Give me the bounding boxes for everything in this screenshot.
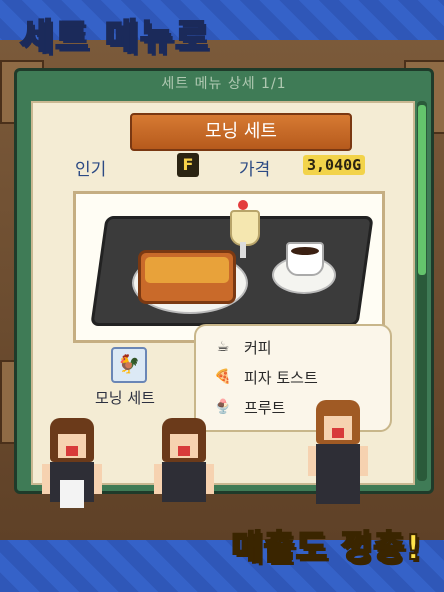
- item-name: 피자 토스트: [244, 368, 318, 387]
- scrollbar[interactable]: [417, 101, 427, 481]
- parfait-image: [226, 200, 260, 260]
- set-items-tooltip: ☕ 커피 🍕 피자 토스트 🍨 프루트: [194, 324, 392, 432]
- set-food-image: [73, 191, 385, 343]
- list-item: 🍨 프루트: [212, 396, 285, 418]
- coffee-cup-icon: ☕: [216, 339, 230, 355]
- rooster-icon[interactable]: 🐓: [111, 347, 147, 383]
- price-label: 가격: [239, 160, 271, 180]
- coffee-image: [272, 242, 336, 294]
- scrollbar-thumb[interactable]: [418, 105, 426, 275]
- parfait-icon: 🍨: [214, 399, 232, 415]
- set-caption: 모닝 세트: [95, 389, 155, 407]
- panel-header: 세트 메뉴 상세 1/1: [161, 76, 287, 92]
- price-value: 3,040G: [303, 155, 366, 175]
- footer-banner: 매출도 껑충!: [230, 527, 422, 569]
- pizza-toast-image: [138, 250, 236, 304]
- pizza-toast-icon: 🍕: [214, 369, 232, 385]
- popularity-rank-badge: F: [177, 153, 199, 177]
- list-item: 🍕 피자 토스트: [212, 366, 318, 388]
- list-item: ☕ 커피: [212, 336, 272, 358]
- set-name-title: 모닝 세트: [130, 113, 352, 151]
- title-banner: 세트 메뉴로: [19, 16, 211, 59]
- popularity-label: 인기: [75, 160, 107, 180]
- item-name: 프루트: [244, 398, 286, 417]
- item-name: 커피: [244, 338, 272, 357]
